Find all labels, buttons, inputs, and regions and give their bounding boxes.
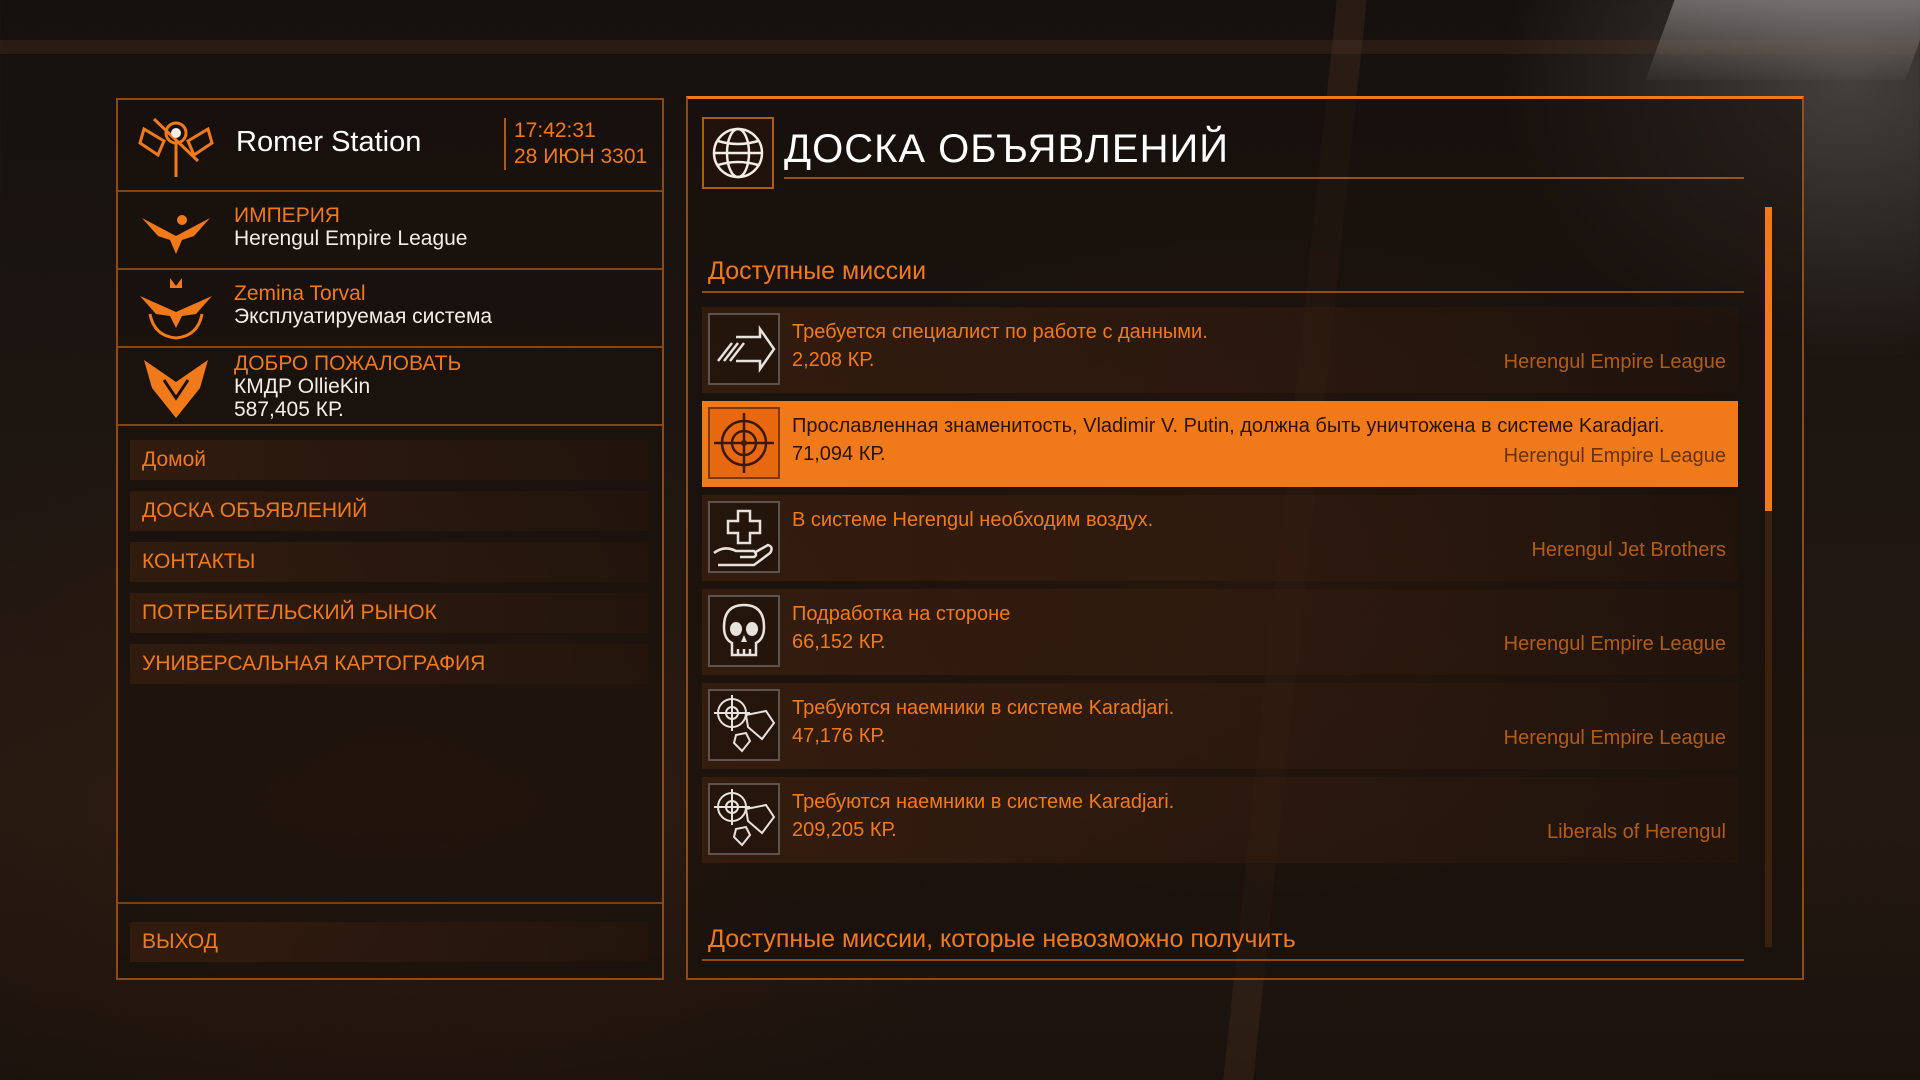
station-icon bbox=[134, 111, 218, 179]
commander-name: КМДР OllieKin bbox=[234, 375, 371, 398]
welcome-row: ДОБРО ПОЖАЛОВАТЬ КМДР OllieKin 587,405 К… bbox=[118, 348, 662, 426]
title-underline bbox=[784, 177, 1744, 179]
scrollbar-thumb[interactable] bbox=[1765, 207, 1772, 511]
station-clock: 17:42:31 28 ИЮН 3301 bbox=[504, 118, 647, 170]
government-label: Zemina Torval bbox=[234, 282, 366, 305]
menu-divider bbox=[118, 902, 662, 904]
station-header: Romer Station 17:42:31 28 ИЮН 3301 bbox=[118, 100, 662, 192]
mission-reward: 2,208 КР. bbox=[792, 349, 875, 371]
skull-icon bbox=[708, 595, 780, 667]
mercenary-target-gems-icon bbox=[708, 689, 780, 761]
globe-icon bbox=[702, 117, 774, 189]
data-transfer-arrow-icon bbox=[708, 313, 780, 385]
mission-row-selected[interactable]: Прославленная знаменитость, Vladimir V. … bbox=[702, 401, 1738, 487]
welcome-label: ДОБРО ПОЖАЛОВАТЬ bbox=[234, 352, 462, 375]
empire-crest-icon bbox=[134, 274, 218, 342]
empire-eagle-icon bbox=[134, 196, 218, 264]
allegiance-label: ИМПЕРИЯ bbox=[234, 204, 340, 227]
mission-row[interactable]: Требуются наемники в системе Karadjari. … bbox=[702, 777, 1738, 863]
mission-title: В системе Herengul необходим воздух. bbox=[792, 509, 1154, 531]
mission-list-scrollbar[interactable] bbox=[1765, 207, 1772, 947]
station-time: 17:42:31 bbox=[514, 119, 596, 142]
government-row: Zemina Torval Эксплуатируемая система bbox=[118, 270, 662, 348]
mission-faction: Herengul Empire League bbox=[1503, 727, 1726, 749]
menu-item-commodity-market[interactable]: ПОТРЕБИТЕЛЬСКИЙ РЫНОК bbox=[130, 593, 648, 633]
mission-reward: 47,176 КР. bbox=[792, 725, 886, 747]
section-underline bbox=[702, 291, 1744, 293]
allegiance-value: Herengul Empire League bbox=[234, 227, 468, 250]
menu-item-contacts[interactable]: КОНТАКТЫ bbox=[130, 542, 648, 582]
station-info-panel: Romer Station 17:42:31 28 ИЮН 3301 ИМПЕР… bbox=[116, 98, 664, 980]
mission-faction: Herengul Jet Brothers bbox=[1531, 539, 1726, 561]
menu-item-home[interactable]: Домой bbox=[130, 440, 648, 480]
government-value: Эксплуатируемая система bbox=[234, 305, 493, 328]
mission-faction: Herengul Empire League bbox=[1503, 445, 1726, 467]
page-title: ДОСКА ОБЪЯВЛЕНИЙ bbox=[784, 127, 1229, 171]
station-name: Romer Station bbox=[236, 126, 422, 158]
exit-button[interactable]: ВЫХОД bbox=[130, 922, 648, 962]
mission-reward: 66,152 КР. bbox=[792, 631, 886, 653]
rank-emblem-icon bbox=[134, 352, 218, 420]
available-missions-heading: Доступные миссии bbox=[708, 257, 927, 285]
mission-faction: Herengul Empire League bbox=[1503, 351, 1726, 373]
mission-row[interactable]: Требуются наемники в системе Karadjari. … bbox=[702, 683, 1738, 769]
mission-row[interactable]: Подработка на стороне 66,152 КР. Herengu… bbox=[702, 589, 1738, 675]
commander-credits: 587,405 КР. bbox=[234, 398, 344, 421]
allegiance-row: ИМПЕРИЯ Herengul Empire League bbox=[118, 192, 662, 270]
mission-row[interactable]: В системе Herengul необходим воздух. Her… bbox=[702, 495, 1738, 581]
mission-title: Требуется специалист по работе с данными… bbox=[792, 321, 1208, 343]
mission-faction: Herengul Empire League bbox=[1503, 633, 1726, 655]
menu-item-cartographics[interactable]: УНИВЕРСАЛЬНАЯ КАРТОГРАФИЯ bbox=[130, 644, 648, 684]
mission-title: Прославленная знаменитость, Vladimir V. … bbox=[792, 415, 1665, 437]
mission-title: Требуются наемники в системе Karadjari. bbox=[792, 791, 1175, 813]
aid-hand-icon bbox=[708, 501, 780, 573]
mission-reward: 209,205 КР. bbox=[792, 819, 897, 841]
mission-faction: Liberals of Herengul bbox=[1547, 821, 1726, 843]
crosshair-target-icon bbox=[708, 407, 780, 479]
mission-row[interactable]: Требуется специалист по работе с данными… bbox=[702, 307, 1738, 393]
mission-title: Подработка на стороне bbox=[792, 603, 1011, 625]
section-underline bbox=[702, 959, 1744, 961]
mission-title: Требуются наемники в системе Karadjari. bbox=[792, 697, 1175, 719]
unavailable-missions-heading: Доступные миссии, которые невозможно пол… bbox=[708, 925, 1296, 953]
station-date: 28 ИЮН 3301 bbox=[514, 145, 648, 168]
mercenary-target-gems-icon bbox=[708, 783, 780, 855]
mission-reward: 71,094 КР. bbox=[792, 443, 886, 465]
bulletin-board-panel: ДОСКА ОБЪЯВЛЕНИЙ Доступные миссии Требуе… bbox=[686, 96, 1804, 980]
menu-item-bulletin-board[interactable]: ДОСКА ОБЪЯВЛЕНИЙ bbox=[130, 491, 648, 531]
